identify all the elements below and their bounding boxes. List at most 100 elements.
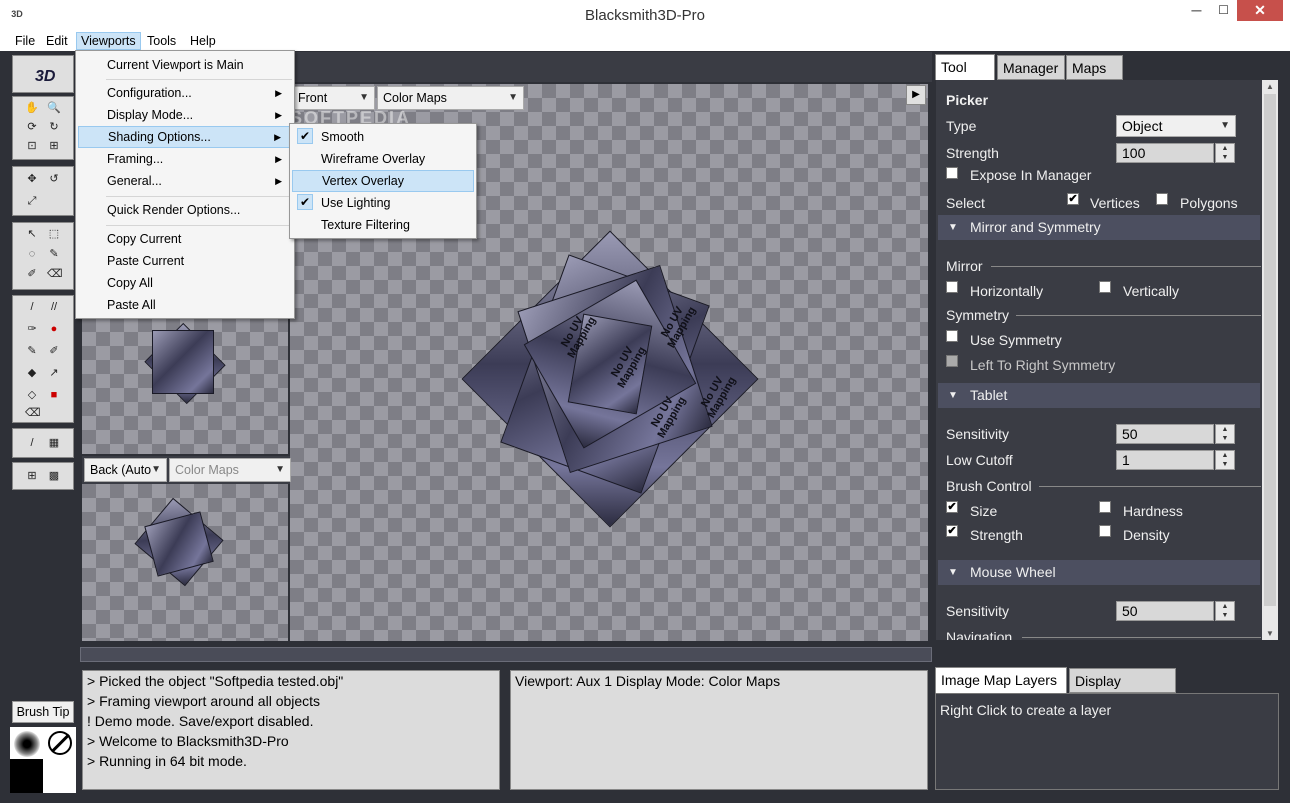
- ltr-symmetry-checkbox[interactable]: [946, 355, 958, 367]
- expand-panel-button[interactable]: ▶: [906, 85, 926, 105]
- mesh-icon[interactable]: ⊞: [25, 469, 39, 483]
- etc-icon[interactable]: ✐: [47, 344, 61, 358]
- picker-icon[interactable]: ✐: [25, 267, 39, 281]
- submenu-item-texture-filtering[interactable]: Texture Filtering: [292, 214, 474, 236]
- menu-file[interactable]: File: [11, 32, 39, 50]
- maximize-button[interactable]: ☐: [1210, 0, 1237, 21]
- frame-all-icon[interactable]: ⊞: [47, 139, 61, 153]
- menu-item-shading-options[interactable]: Shading Options... ▶: [78, 126, 292, 148]
- low-cutoff-input[interactable]: 1: [1116, 450, 1214, 470]
- properties-scrollbar[interactable]: ▲ ▼: [1262, 80, 1278, 640]
- menu-item-paste-current[interactable]: Paste Current: [78, 250, 292, 272]
- pan-hand-icon[interactable]: ✋: [25, 101, 39, 115]
- section-mouse-wheel[interactable]: ▼ Mouse Wheel: [938, 560, 1260, 585]
- mw-sensitivity-input[interactable]: 50: [1116, 601, 1214, 621]
- menu-item-current-viewport[interactable]: Current Viewport is Main: [78, 54, 292, 76]
- eraser-icon[interactable]: ⌫: [25, 406, 41, 420]
- rotate-icon[interactable]: ↺: [47, 172, 61, 186]
- menu-item-copy-current[interactable]: Copy Current: [78, 228, 292, 250]
- eraser-select-icon[interactable]: ⌫: [47, 267, 63, 281]
- tab-maps[interactable]: Maps: [1066, 55, 1123, 80]
- checker-icon[interactable]: ▩: [47, 469, 61, 483]
- primary-color-swatch[interactable]: [10, 759, 43, 793]
- lasso-icon[interactable]: ◌: [25, 247, 39, 261]
- paint-select-icon[interactable]: ✎: [47, 247, 61, 261]
- close-button[interactable]: ✕: [1237, 0, 1283, 21]
- scale-icon[interactable]: ⤢: [25, 194, 39, 208]
- airbrush-icon[interactable]: //: [47, 300, 61, 314]
- hardness-checkbox[interactable]: [1099, 501, 1111, 513]
- brush-icon[interactable]: /: [25, 300, 39, 314]
- main-view-select[interactable]: Front ▼: [292, 86, 375, 110]
- strength-input[interactable]: 100: [1116, 143, 1214, 163]
- pointer-icon[interactable]: ↖: [25, 227, 39, 241]
- rect-select-icon[interactable]: ⬚: [47, 227, 61, 241]
- aux-viewport-1[interactable]: [82, 318, 288, 454]
- polygons-checkbox[interactable]: [1156, 193, 1168, 205]
- strength-stepper[interactable]: ▲ ▼: [1215, 143, 1235, 163]
- brush-tip-preview[interactable]: [14, 731, 40, 757]
- submenu-item-smooth[interactable]: ✔ Smooth: [292, 126, 474, 148]
- strength-checkbox[interactable]: ✔: [946, 525, 958, 537]
- menu-item-general[interactable]: General... ▶: [78, 170, 292, 192]
- aux-view-select[interactable]: Back (Auto ▼: [84, 458, 167, 482]
- fill-icon[interactable]: ◇: [25, 388, 39, 402]
- secondary-color-swatch[interactable]: [43, 759, 76, 793]
- submenu-item-vertex-overlay[interactable]: Vertex Overlay: [292, 170, 474, 192]
- mw-sensitivity-stepper[interactable]: ▲ ▼: [1215, 601, 1235, 621]
- submenu-item-use-lighting[interactable]: ✔ Use Lighting: [292, 192, 474, 214]
- density-checkbox[interactable]: [1099, 525, 1111, 537]
- tab-tool[interactable]: Tool: [935, 54, 995, 80]
- move-icon[interactable]: ✥: [25, 172, 39, 186]
- size-checkbox[interactable]: ✔: [946, 501, 958, 513]
- tab-display-groups[interactable]: Display Groups: [1069, 668, 1176, 713]
- layer-icon[interactable]: ■: [47, 388, 61, 402]
- section-mirror-symmetry[interactable]: ▼ Mirror and Symmetry: [938, 215, 1260, 240]
- rotate-view-icon[interactable]: ⟳: [25, 120, 39, 134]
- shape-icon[interactable]: ◆: [25, 366, 39, 380]
- vertically-checkbox[interactable]: [1099, 281, 1111, 293]
- expose-in-manager-checkbox[interactable]: [946, 167, 958, 179]
- tab-manager[interactable]: Manager: [997, 55, 1065, 80]
- aux-viewport-2[interactable]: [82, 484, 288, 641]
- layers-list[interactable]: Right Click to create a layer: [935, 693, 1279, 790]
- menu-item-quick-render[interactable]: Quick Render Options...: [78, 199, 292, 221]
- frame-icon[interactable]: ⊡: [25, 139, 39, 153]
- stamp-icon[interactable]: ✎: [25, 344, 39, 358]
- aux-display-mode-select[interactable]: Color Maps ▼: [169, 458, 291, 482]
- orbit-icon[interactable]: ↻: [47, 120, 61, 134]
- menu-help[interactable]: Help: [186, 32, 220, 50]
- minimize-button[interactable]: ─: [1183, 0, 1210, 21]
- brush-tip-button[interactable]: Brush Tip: [12, 701, 74, 723]
- menu-tools[interactable]: Tools: [143, 32, 180, 50]
- use-symmetry-checkbox[interactable]: [946, 330, 958, 342]
- menu-item-configuration[interactable]: Configuration... ▶: [78, 82, 292, 104]
- cursor-icon[interactable]: ↗: [47, 366, 61, 380]
- no-texture-icon[interactable]: [48, 731, 72, 755]
- sensitivity-stepper[interactable]: ▲ ▼: [1215, 424, 1235, 444]
- section-tablet[interactable]: ▼ Tablet: [938, 383, 1260, 408]
- menu-viewports[interactable]: Viewports: [76, 32, 141, 50]
- main-display-mode-select[interactable]: Color Maps ▼: [377, 86, 524, 110]
- sensitivity-input[interactable]: 50: [1116, 424, 1214, 444]
- status-console: Viewport: Aux 1 Display Mode: Color Maps: [510, 670, 928, 790]
- menu-item-framing[interactable]: Framing... ▶: [78, 148, 292, 170]
- menu-item-display-mode[interactable]: Display Mode... ▶: [78, 104, 292, 126]
- mesh-tools: ⊞ ▩: [12, 462, 74, 490]
- submenu-item-wireframe-overlay[interactable]: Wireframe Overlay: [292, 148, 474, 170]
- type-select[interactable]: Object ▼: [1116, 115, 1236, 137]
- color-wheel-icon[interactable]: ●: [47, 322, 61, 336]
- log-line: > Welcome to Blacksmith3D-Pro: [87, 733, 289, 749]
- menu-edit[interactable]: Edit: [42, 32, 72, 50]
- eyedropper-icon[interactable]: /: [25, 436, 39, 450]
- smudge-icon[interactable]: ✑: [25, 322, 39, 336]
- grid-icon[interactable]: ▦: [47, 436, 61, 450]
- zoom-icon[interactable]: 🔍: [47, 101, 61, 115]
- horizontal-scrollbar[interactable]: [80, 647, 932, 662]
- low-cutoff-stepper[interactable]: ▲ ▼: [1215, 450, 1235, 470]
- menu-item-paste-all[interactable]: Paste All: [78, 294, 292, 316]
- tab-image-map-layers[interactable]: Image Map Layers: [935, 667, 1067, 693]
- horizontally-checkbox[interactable]: [946, 281, 958, 293]
- vertices-checkbox[interactable]: ✔: [1067, 193, 1079, 205]
- menu-item-copy-all[interactable]: Copy All: [78, 272, 292, 294]
